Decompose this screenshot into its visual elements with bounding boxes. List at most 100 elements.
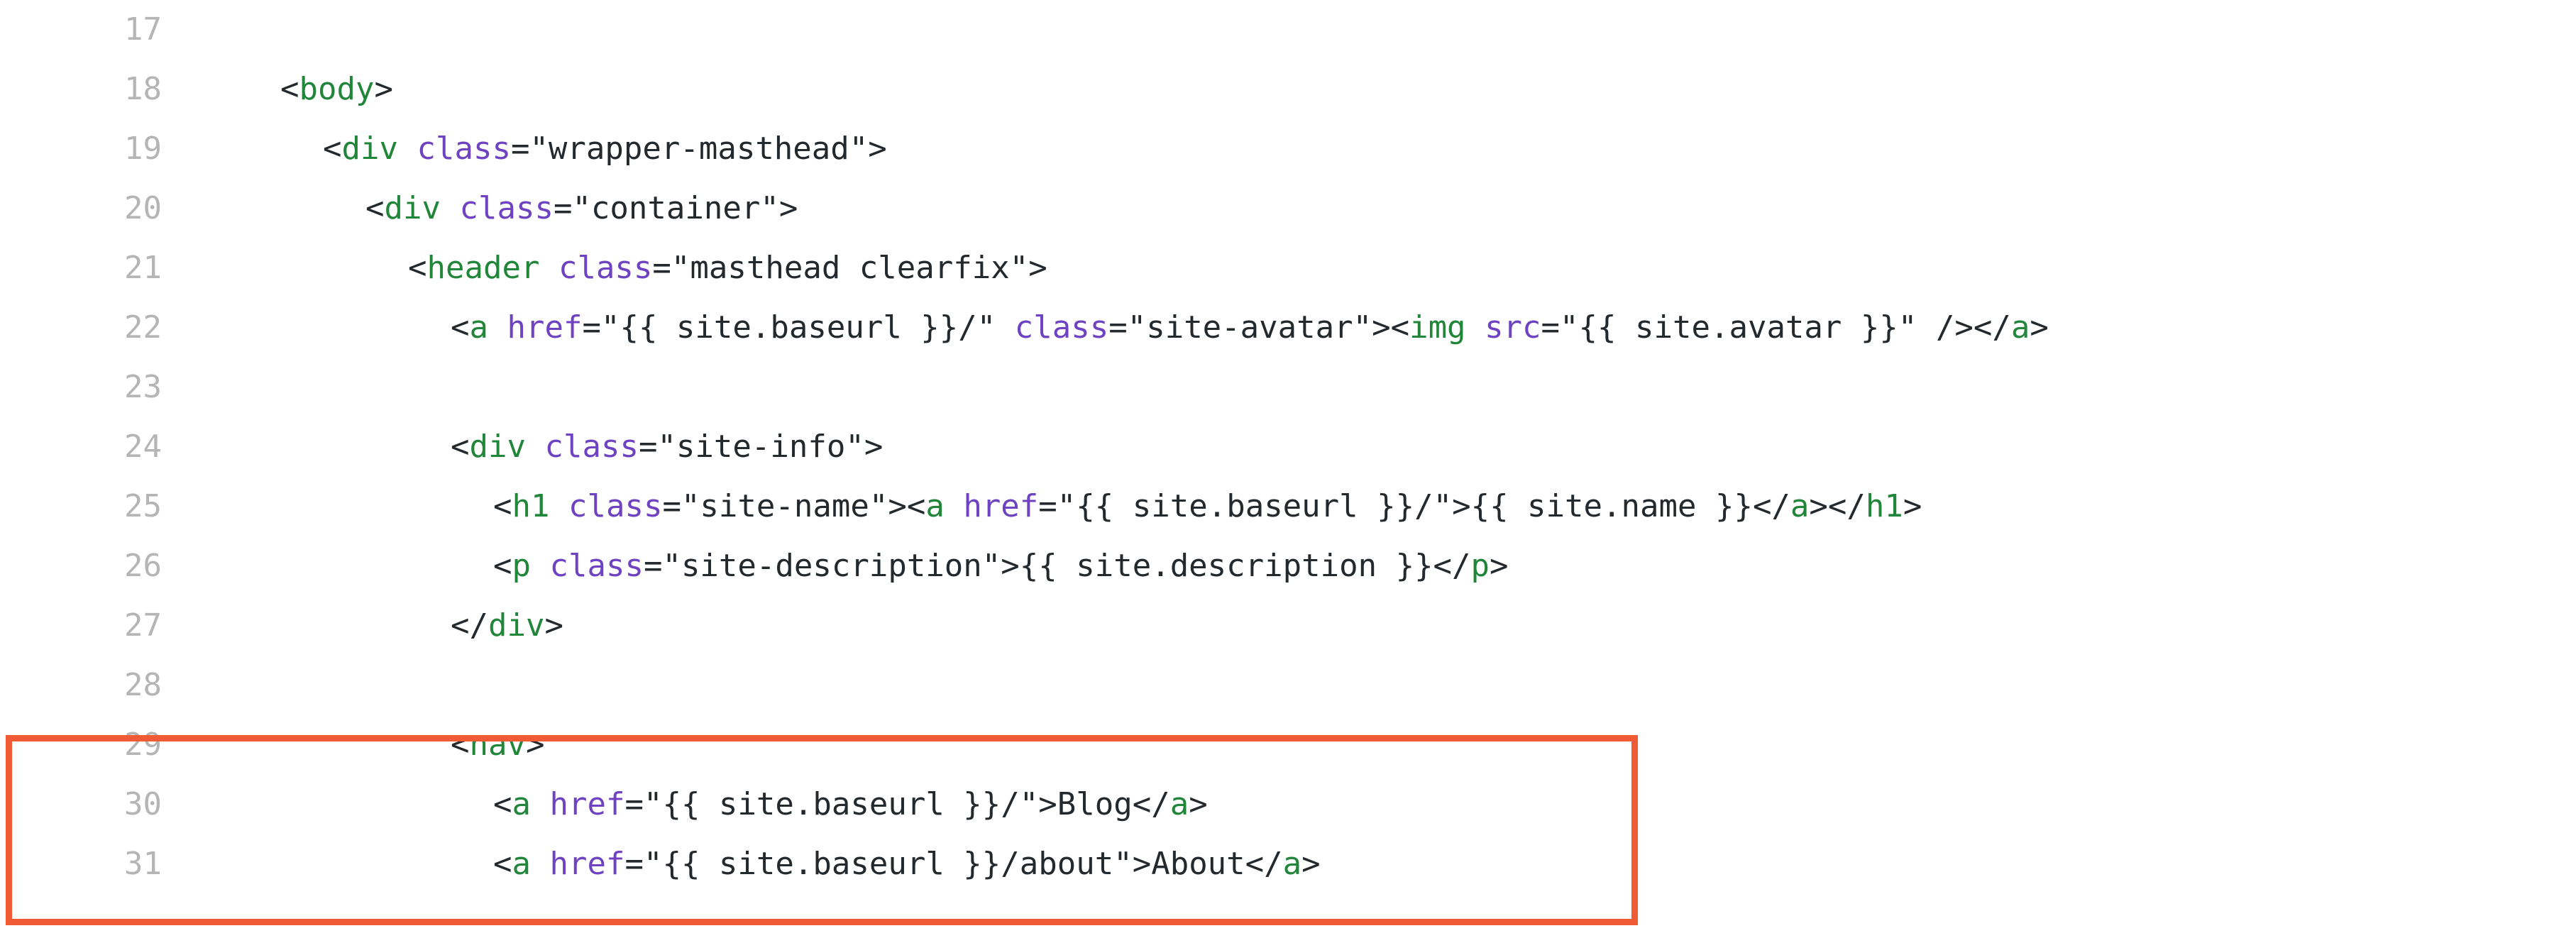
- code-token: =: [582, 309, 601, 346]
- code-token: p: [512, 548, 532, 584]
- code-token: >: [2030, 309, 2049, 346]
- code-token: /></: [1917, 309, 2011, 346]
- code-line: 27 </div>: [0, 596, 2576, 656]
- code-token: src: [1485, 309, 1541, 346]
- code-token: <: [408, 250, 427, 286]
- line-number: 24: [124, 429, 162, 465]
- code-token: div: [488, 607, 545, 644]
- code-line: 17: [0, 0, 2576, 60]
- code-token: >{{ site.name }}</: [1452, 488, 1790, 524]
- code-token: "masthead clearfix": [671, 250, 1029, 286]
- code-line: 18 <body>: [0, 60, 2576, 119]
- code-token: href: [963, 488, 1039, 524]
- code-token: ></: [1809, 488, 1866, 524]
- code-token: div: [341, 131, 398, 167]
- code-token: header: [426, 250, 540, 286]
- code-token: p: [1470, 548, 1490, 584]
- code-token: </: [451, 607, 488, 644]
- code-text: <a href="{{ site.baseurl }}/" class="sit…: [451, 298, 2049, 358]
- code-token: "wrapper-masthead": [529, 131, 869, 167]
- code-line: 22 <a href="{{ site.baseurl }}/" class="s…: [0, 298, 2576, 358]
- code-token: a: [925, 488, 945, 524]
- code-token: body: [299, 71, 375, 107]
- code-token: >: [864, 429, 884, 465]
- code-line: 21 <header class="masthead clearfix">: [0, 238, 2576, 298]
- code-line: 24 <div class="site-info">: [0, 417, 2576, 477]
- line-number: 25: [124, 488, 162, 524]
- code-token: class: [544, 429, 639, 465]
- code-token: div: [469, 429, 526, 465]
- code-token: =: [1541, 309, 1561, 346]
- code-token: "{{ site.baseurl }}/": [600, 309, 996, 346]
- code-view: 17 18 <body> 19 <div class="wrapper-masthead…: [0, 0, 2576, 938]
- code-token: div: [384, 190, 441, 226]
- code-token: <: [323, 131, 342, 167]
- code-token: "site-avatar": [1127, 309, 1372, 346]
- code-text: <div class="container">: [365, 179, 798, 238]
- line-number: 28: [124, 667, 162, 703]
- code-token: <: [451, 429, 470, 465]
- code-text: <header class="masthead clearfix">: [408, 238, 1047, 298]
- code-line: 26 <p class="site-description">{{ site.de…: [0, 536, 2576, 596]
- line-number: 21: [124, 250, 162, 286]
- code-token: <: [451, 309, 470, 346]
- code-line: 28: [0, 656, 2576, 715]
- code-token: img: [1409, 309, 1466, 346]
- code-token: <: [280, 71, 299, 107]
- line-number: 18: [124, 71, 162, 107]
- code-token: href: [507, 309, 583, 346]
- code-token: =: [662, 488, 681, 524]
- code-token: a: [2010, 309, 2030, 346]
- line-number: 22: [124, 309, 162, 346]
- code-token: >: [1903, 488, 1922, 524]
- code-token: ><: [888, 488, 926, 524]
- code-token: "{{ site.avatar }}": [1560, 309, 1917, 346]
- code-token: a: [1790, 488, 1810, 524]
- line-number: 27: [124, 607, 162, 644]
- code-token: "container": [572, 190, 779, 226]
- code-token: =: [1108, 309, 1128, 346]
- code-line: 23: [0, 358, 2576, 417]
- code-token: =: [510, 131, 530, 167]
- code-line: 19 <div class="wrapper-masthead">: [0, 119, 2576, 179]
- code-token: =: [1038, 488, 1057, 524]
- code-token: h1: [1865, 488, 1903, 524]
- code-token: h1: [512, 488, 550, 524]
- code-text: <div class="wrapper-masthead">: [323, 119, 887, 179]
- code-token: "site-description": [662, 548, 1001, 584]
- code-token: <: [493, 488, 512, 524]
- code-token: =: [643, 548, 663, 584]
- code-text: <div class="site-info">: [451, 417, 883, 477]
- code-token: <: [493, 548, 512, 584]
- code-token: class: [558, 250, 653, 286]
- code-token: >: [1490, 548, 1509, 584]
- line-number: 17: [124, 11, 162, 48]
- code-token: >: [1028, 250, 1047, 286]
- code-token: a: [469, 309, 489, 346]
- code-token: class: [568, 488, 663, 524]
- code-token: =: [553, 190, 573, 226]
- code-token: >: [374, 71, 393, 107]
- code-token: >: [778, 190, 798, 226]
- line-number: 20: [124, 190, 162, 226]
- code-token: class: [417, 131, 511, 167]
- code-token: >: [544, 607, 563, 644]
- line-number: 23: [124, 369, 162, 405]
- code-token: >{{ site.description }}</: [1001, 548, 1471, 584]
- code-text: <p class="site-description">{{ site.desc…: [493, 536, 1509, 596]
- code-token: "site-info": [657, 429, 864, 465]
- code-token: "{{ site.baseurl }}/": [1057, 488, 1453, 524]
- code-text: <h1 class="site-name"><a href="{{ site.b…: [493, 477, 1922, 536]
- code-line: 20 <div class="container">: [0, 179, 2576, 238]
- line-number: 26: [124, 548, 162, 584]
